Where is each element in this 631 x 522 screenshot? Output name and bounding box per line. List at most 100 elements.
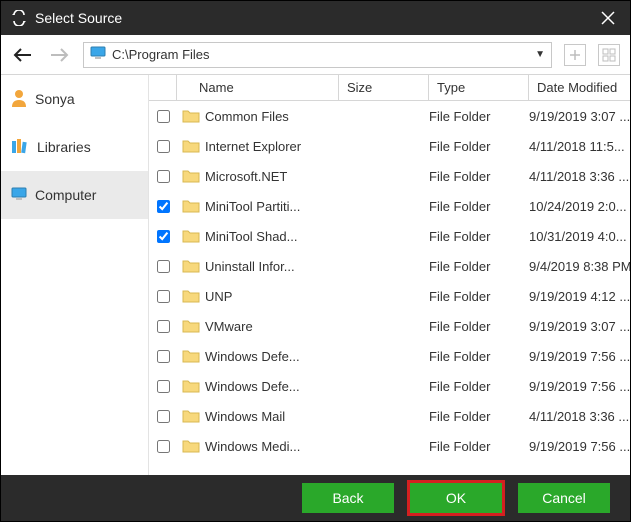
nav-back-button[interactable] [11, 43, 35, 67]
table-row[interactable]: Windows Defe... File Folder9/19/2019 7:56… [149, 371, 630, 401]
table-row[interactable]: Internet ExplorerFile Folder4/11/2018 11… [149, 131, 630, 161]
sidebar-item-label: Libraries [37, 139, 91, 155]
row-type: File Folder [429, 349, 529, 364]
row-type: File Folder [429, 289, 529, 304]
row-checkbox[interactable] [157, 320, 170, 333]
ok-button[interactable]: OK [410, 483, 502, 513]
table-row[interactable]: Windows Defe... File Folder9/19/2019 7:56… [149, 341, 630, 371]
row-checkbox[interactable] [157, 200, 170, 213]
row-date: 9/4/2019 8:38 PM [529, 259, 630, 274]
window-title: Select Source [35, 10, 122, 26]
folder-icon [177, 379, 205, 393]
computer-icon [11, 187, 27, 204]
header-date[interactable]: Date Modified [529, 75, 630, 100]
folder-icon [177, 319, 205, 333]
row-type: File Folder [429, 409, 529, 424]
folder-icon [177, 289, 205, 303]
row-date: 10/31/2019 4:0... [529, 229, 630, 244]
table-row[interactable]: MiniTool Partiti... File Folder10/24/2019… [149, 191, 630, 221]
table-row[interactable]: Windows Medi... File Folder9/19/2019 7:56… [149, 431, 630, 461]
row-type: File Folder [429, 139, 529, 154]
row-checkbox[interactable] [157, 110, 170, 123]
folder-icon [177, 229, 205, 243]
row-date: 4/11/2018 3:36 ... [529, 409, 630, 424]
column-headers: Name Size Type Date Modified [149, 75, 630, 101]
chevron-down-icon[interactable]: ▼ [535, 49, 545, 60]
table-row[interactable]: UNPFile Folder9/19/2019 4:12 ... [149, 281, 630, 311]
row-name: UNP [205, 289, 339, 304]
nav-forward-button[interactable] [47, 43, 71, 67]
row-checkbox[interactable] [157, 410, 170, 423]
row-checkbox[interactable] [157, 380, 170, 393]
row-checkbox[interactable] [157, 230, 170, 243]
row-type: File Folder [429, 379, 529, 394]
sidebar-item-label: Sonya [35, 91, 75, 107]
row-checkbox[interactable] [157, 260, 170, 273]
cancel-button[interactable]: Cancel [518, 483, 610, 513]
folder-icon [177, 199, 205, 213]
row-date: 9/19/2019 3:07 ... [529, 319, 630, 334]
row-date: 9/19/2019 7:56 ... [529, 439, 630, 454]
row-name: Common Files [205, 109, 339, 124]
row-name: VMware [205, 319, 339, 334]
row-type: File Folder [429, 199, 529, 214]
row-type: File Folder [429, 229, 529, 244]
row-name: Windows Defe... [205, 379, 339, 394]
close-button[interactable] [594, 4, 622, 32]
row-name: Uninstall Infor... [205, 259, 339, 274]
sidebar: Sonya Libraries Computer [1, 75, 149, 475]
row-date: 10/24/2019 2:0... [529, 199, 630, 214]
header-name[interactable]: Name [177, 75, 339, 100]
row-type: File Folder [429, 169, 529, 184]
row-type: File Folder [429, 259, 529, 274]
row-type: File Folder [429, 109, 529, 124]
row-date: 4/11/2018 11:5... [529, 139, 630, 154]
folder-icon [177, 139, 205, 153]
row-checkbox[interactable] [157, 350, 170, 363]
row-name: Windows Mail [205, 409, 339, 424]
row-checkbox[interactable] [157, 170, 170, 183]
row-type: File Folder [429, 439, 529, 454]
sidebar-item-user[interactable]: Sonya [1, 75, 148, 123]
sidebar-item-computer[interactable]: Computer [1, 171, 148, 219]
folder-icon [177, 439, 205, 453]
back-button[interactable]: Back [302, 483, 394, 513]
monitor-icon [90, 46, 106, 63]
path-input[interactable]: C:\Program Files ▼ [83, 42, 552, 68]
folder-icon [177, 409, 205, 423]
row-checkbox[interactable] [157, 140, 170, 153]
row-date: 9/19/2019 7:56 ... [529, 379, 630, 394]
titlebar: Select Source [1, 1, 630, 35]
row-type: File Folder [429, 319, 529, 334]
table-row[interactable]: VMware File Folder9/19/2019 3:07 ... [149, 311, 630, 341]
path-text: C:\Program Files [112, 47, 210, 62]
select-source-dialog: Select Source C:\Program Files ▼ [0, 0, 631, 522]
toolbar: C:\Program Files ▼ [1, 35, 630, 75]
row-date: 4/11/2018 3:36 ... [529, 169, 630, 184]
row-name: MiniTool Partiti... [205, 199, 339, 214]
folder-icon [177, 169, 205, 183]
table-row[interactable]: Windows Mail File Folder4/11/2018 3:36 ..… [149, 401, 630, 431]
table-row[interactable]: Microsoft.NET File Folder4/11/2018 3:36 .… [149, 161, 630, 191]
sidebar-item-libraries[interactable]: Libraries [1, 123, 148, 171]
footer: Back OK Cancel [1, 475, 630, 521]
table-row[interactable]: Uninstall Infor... File Folder9/4/2019 8:… [149, 251, 630, 281]
user-icon [11, 89, 27, 110]
row-name: MiniTool Shad... [205, 229, 339, 244]
header-type[interactable]: Type [429, 75, 529, 100]
row-name: Windows Defe... [205, 349, 339, 364]
folder-icon [177, 109, 205, 123]
row-name: Microsoft.NET [205, 169, 339, 184]
sidebar-item-label: Computer [35, 187, 96, 203]
new-folder-button[interactable] [564, 44, 586, 66]
file-list[interactable]: Name Size Type Date Modified Common File… [149, 75, 630, 475]
row-checkbox[interactable] [157, 290, 170, 303]
header-size[interactable]: Size [339, 75, 429, 100]
row-name: Windows Medi... [205, 439, 339, 454]
table-row[interactable]: Common FilesFile Folder9/19/2019 3:07 ..… [149, 101, 630, 131]
view-grid-button[interactable] [598, 44, 620, 66]
row-date: 9/19/2019 7:56 ... [529, 349, 630, 364]
row-checkbox[interactable] [157, 440, 170, 453]
table-row[interactable]: MiniTool Shad... File Folder10/31/2019 4:… [149, 221, 630, 251]
folder-icon [177, 349, 205, 363]
